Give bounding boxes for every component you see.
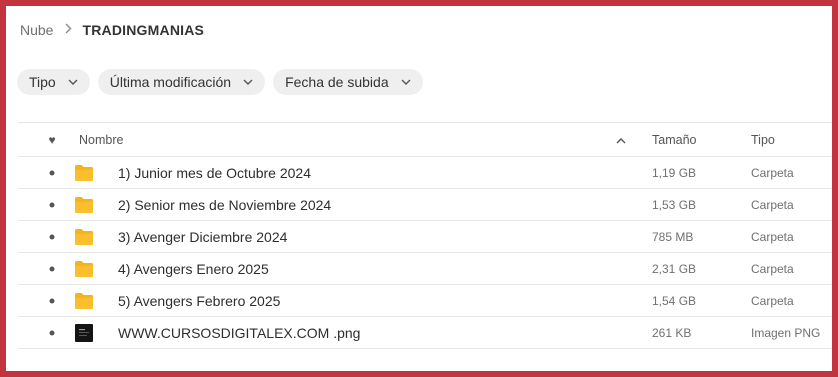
bullet-icon bbox=[49, 234, 55, 239]
file-type: Carpeta bbox=[751, 229, 794, 244]
folder-icon bbox=[74, 196, 94, 214]
filter-label: Fecha de subida bbox=[285, 74, 389, 90]
filter-label: Tipo bbox=[29, 74, 56, 90]
file-browser-window: Nube TRADINGMANIAS Tipo Última modificac… bbox=[6, 6, 832, 371]
table-row[interactable]: 5) Avengers Febrero 2025 1,54 GB Carpeta bbox=[18, 285, 832, 317]
file-size: 1,54 GB bbox=[652, 293, 697, 308]
file-name: 5) Avengers Febrero 2025 bbox=[118, 292, 281, 309]
bullet-icon bbox=[49, 170, 55, 175]
file-type: Imagen PNG bbox=[751, 325, 821, 340]
bullet-icon bbox=[49, 266, 55, 271]
file-size: 1,19 GB bbox=[652, 165, 697, 180]
column-header-size[interactable]: Tamaño bbox=[652, 133, 696, 147]
sort-ascending-icon[interactable] bbox=[616, 133, 626, 147]
table-row[interactable]: 1) Junior mes de Octubre 2024 1,19 GB Ca… bbox=[18, 157, 832, 189]
file-table: ♥ Nombre Tamaño Tipo 1) Junior mes de Oc… bbox=[18, 122, 832, 349]
file-type: Carpeta bbox=[751, 197, 794, 212]
heart-icon[interactable]: ♥ bbox=[48, 134, 55, 146]
file-name: 3) Avenger Diciembre 2024 bbox=[118, 228, 288, 245]
breadcrumb: Nube TRADINGMANIAS bbox=[20, 16, 204, 44]
file-type: Carpeta bbox=[751, 261, 794, 276]
table-row[interactable]: 3) Avenger Diciembre 2024 785 MB Carpeta bbox=[18, 221, 832, 253]
file-size: 1,53 GB bbox=[652, 197, 697, 212]
bullet-icon bbox=[49, 202, 55, 207]
file-size: 785 MB bbox=[652, 229, 694, 244]
column-header-type[interactable]: Tipo bbox=[751, 133, 775, 147]
file-name: 2) Senior mes de Noviembre 2024 bbox=[118, 196, 332, 213]
breadcrumb-current-folder: TRADINGMANIAS bbox=[82, 22, 205, 38]
folder-icon bbox=[74, 292, 94, 310]
file-type: Carpeta bbox=[751, 165, 794, 180]
chevron-down-icon bbox=[401, 79, 411, 85]
chevron-down-icon bbox=[243, 79, 253, 85]
bullet-icon bbox=[49, 298, 55, 303]
filter-upload-date-dropdown[interactable]: Fecha de subida bbox=[273, 69, 423, 95]
file-size: 261 KB bbox=[652, 325, 692, 340]
image-thumbnail-icon bbox=[74, 323, 94, 342]
file-name: 4) Avengers Enero 2025 bbox=[118, 260, 269, 277]
file-name: WWW.CURSOSDIGITALEX.COM .png bbox=[118, 324, 361, 341]
table-row[interactable]: 4) Avengers Enero 2025 2,31 GB Carpeta bbox=[18, 253, 832, 285]
folder-icon bbox=[74, 164, 94, 182]
chevron-down-icon bbox=[68, 79, 78, 85]
file-type: Carpeta bbox=[751, 293, 794, 308]
folder-icon bbox=[74, 228, 94, 246]
table-row[interactable]: 2) Senior mes de Noviembre 2024 1,53 GB … bbox=[18, 189, 832, 221]
table-row[interactable]: WWW.CURSOSDIGITALEX.COM .png 261 KB Imag… bbox=[18, 317, 832, 349]
column-header-name[interactable]: Nombre bbox=[79, 133, 123, 147]
file-name: 1) Junior mes de Octubre 2024 bbox=[118, 164, 311, 181]
bullet-icon bbox=[49, 330, 55, 335]
filter-bar: Tipo Última modificación Fecha de subida bbox=[17, 69, 423, 95]
filter-last-modified-dropdown[interactable]: Última modificación bbox=[97, 69, 266, 95]
filter-type-dropdown[interactable]: Tipo bbox=[17, 69, 90, 95]
folder-icon bbox=[74, 260, 94, 278]
chevron-right-icon bbox=[65, 23, 72, 37]
breadcrumb-root-link[interactable]: Nube bbox=[20, 22, 53, 38]
filter-label: Última modificación bbox=[109, 74, 232, 90]
table-header-row: ♥ Nombre Tamaño Tipo bbox=[18, 123, 832, 157]
file-size: 2,31 GB bbox=[652, 261, 697, 276]
